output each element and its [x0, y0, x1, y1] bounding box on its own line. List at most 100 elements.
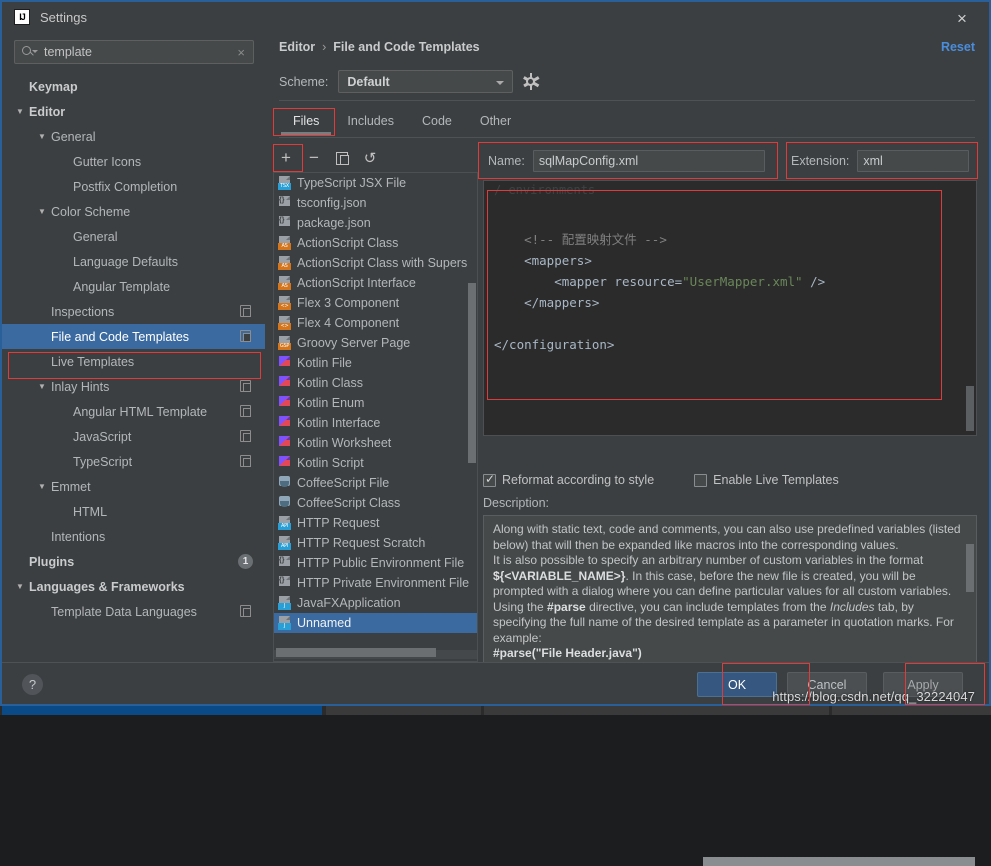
file-template-row[interactable]: JUnnamed — [274, 613, 478, 633]
settings-content: Editor › File and Code Templates Reset S… — [265, 32, 989, 662]
sidebar-item-angular-html-template[interactable]: Angular HTML Template — [2, 399, 265, 424]
file-template-row[interactable]: APIHTTP Request Scratch — [274, 533, 478, 553]
file-template-row[interactable]: APIHTTP Request — [274, 513, 478, 533]
template-file-list[interactable]: TSXTypeScript JSX Filetsconfig.jsonpacka… — [273, 172, 478, 662]
file-template-row[interactable]: CoffeeScript File — [274, 473, 478, 493]
chevron-down-icon[interactable]: ▼ — [38, 482, 49, 491]
reformat-checkbox[interactable] — [483, 474, 496, 487]
ok-button[interactable]: OK — [697, 672, 777, 697]
extension-input[interactable] — [857, 150, 969, 172]
file-list-hscrollbar[interactable] — [276, 648, 436, 657]
file-list-vscrollbar[interactable] — [468, 283, 476, 463]
sidebar-item-plugins[interactable]: Plugins1 — [2, 549, 265, 574]
taskbar-item[interactable] — [326, 706, 481, 715]
chevron-down-icon[interactable]: ▼ — [38, 207, 49, 216]
file-template-row[interactable]: TSXTypeScript JSX File — [274, 173, 478, 193]
file-template-row[interactable]: ASActionScript Class with Supers — [274, 253, 478, 273]
reset-template-button[interactable]: ↺ — [357, 146, 383, 170]
live-templates-checkbox[interactable] — [694, 474, 707, 487]
sidebar-item-general[interactable]: ▼General — [2, 124, 265, 149]
file-template-row[interactable]: GSPGroovy Server Page — [274, 333, 478, 353]
file-template-row[interactable]: Kotlin Script — [274, 453, 478, 473]
sidebar-item-inlay-hints[interactable]: ▼Inlay Hints — [2, 374, 265, 399]
code-hscrollbar[interactable] — [703, 857, 975, 866]
taskbar-item[interactable] — [484, 706, 829, 715]
sidebar-item-html[interactable]: HTML — [2, 499, 265, 524]
copy-settings-icon[interactable] — [240, 430, 251, 442]
sidebar-item-template-data-languages[interactable]: Template Data Languages — [2, 599, 265, 624]
sidebar-item-javascript[interactable]: JavaScript — [2, 424, 265, 449]
list-toolbar: + − ↺ — [273, 144, 478, 172]
file-template-row[interactable]: JJavaFXApplication — [274, 593, 478, 613]
name-input[interactable] — [533, 150, 765, 172]
file-template-row[interactable]: HTTP Public Environment File — [274, 553, 478, 573]
copy-settings-icon[interactable] — [240, 305, 251, 317]
sidebar-item-emmet[interactable]: ▼Emmet — [2, 474, 265, 499]
copy-template-button[interactable] — [329, 146, 355, 170]
sidebar-item-languages-frameworks[interactable]: ▼Languages & Frameworks — [2, 574, 265, 599]
sidebar-item-editor[interactable]: ▼Editor — [2, 99, 265, 124]
sidebar-item-intentions[interactable]: Intentions — [2, 524, 265, 549]
reset-link[interactable]: Reset — [941, 40, 975, 54]
chevron-down-icon[interactable]: ▼ — [38, 132, 49, 141]
tab-other[interactable]: Other — [466, 110, 525, 135]
file-template-row[interactable]: ASActionScript Class — [274, 233, 478, 253]
file-type-icon: <> — [278, 296, 292, 310]
add-template-button[interactable]: + — [273, 146, 299, 170]
sidebar-item-postfix-completion[interactable]: Postfix Completion — [2, 174, 265, 199]
file-template-row[interactable]: Kotlin Interface — [274, 413, 478, 433]
taskbar-item[interactable] — [832, 706, 991, 715]
file-template-row[interactable]: Kotlin Class — [274, 373, 478, 393]
copy-settings-icon[interactable] — [240, 455, 251, 467]
breadcrumb-root[interactable]: Editor — [279, 40, 315, 54]
taskbar-active-window[interactable] — [2, 706, 322, 715]
file-template-row[interactable]: Kotlin File — [274, 353, 478, 373]
file-template-row[interactable]: tsconfig.json — [274, 193, 478, 213]
code-vscrollbar[interactable] — [966, 386, 974, 431]
sidebar-item-color-scheme[interactable]: ▼Color Scheme — [2, 199, 265, 224]
copy-settings-icon[interactable] — [240, 380, 251, 392]
chevron-down-icon[interactable]: ▼ — [16, 107, 27, 116]
file-template-row[interactable]: Kotlin Worksheet — [274, 433, 478, 453]
settings-search[interactable]: × — [14, 40, 254, 64]
tab-code[interactable]: Code — [408, 110, 466, 135]
file-template-row[interactable]: HTTP Private Environment File — [274, 573, 478, 593]
sidebar-item-angular-template[interactable]: Angular Template — [2, 274, 265, 299]
file-type-icon — [278, 576, 292, 590]
file-list-hscroll-track[interactable] — [274, 650, 477, 659]
close-icon[interactable]: × — [953, 9, 971, 27]
sidebar-item-inspections[interactable]: Inspections — [2, 299, 265, 324]
copy-settings-icon[interactable] — [240, 605, 251, 617]
copy-settings-icon[interactable] — [240, 405, 251, 417]
file-template-row[interactable]: CoffeeScript Class — [274, 493, 478, 513]
code-hscroll-track[interactable] — [483, 444, 977, 454]
sidebar-item-general[interactable]: General — [2, 224, 265, 249]
sidebar-item-language-defaults[interactable]: Language Defaults — [2, 249, 265, 274]
tab-includes[interactable]: Includes — [333, 110, 408, 135]
description-scrollbar[interactable] — [966, 544, 974, 592]
code-text: <!-- 配置映射文件 --> <mappers> <mapper resour… — [494, 229, 825, 355]
remove-template-button[interactable]: − — [301, 146, 327, 170]
sidebar-item-typescript[interactable]: TypeScript — [2, 449, 265, 474]
chevron-down-icon[interactable]: ▼ — [16, 582, 27, 591]
sidebar-item-label: Intentions — [51, 530, 105, 544]
search-input[interactable] — [44, 45, 237, 59]
scheme-dropdown[interactable]: Default — [338, 70, 513, 93]
file-template-row[interactable]: Kotlin Enum — [274, 393, 478, 413]
sidebar-item-live-templates[interactable]: Live Templates — [2, 349, 265, 374]
sidebar-item-keymap[interactable]: Keymap — [2, 74, 265, 99]
help-button[interactable]: ? — [22, 674, 43, 695]
file-template-row[interactable]: ASActionScript Interface — [274, 273, 478, 293]
gear-icon[interactable] — [523, 74, 538, 89]
tab-files[interactable]: Files — [279, 110, 333, 135]
file-type-icon: AS — [278, 236, 292, 250]
file-template-row[interactable]: <>Flex 4 Component — [274, 313, 478, 333]
sidebar-item-file-and-code-templates[interactable]: File and Code Templates — [2, 324, 265, 349]
chevron-down-icon[interactable]: ▼ — [38, 382, 49, 391]
file-template-row[interactable]: <>Flex 3 Component — [274, 293, 478, 313]
clear-icon[interactable]: × — [237, 45, 245, 60]
copy-settings-icon[interactable] — [240, 330, 251, 342]
sidebar-item-gutter-icons[interactable]: Gutter Icons — [2, 149, 265, 174]
template-code-editor[interactable]: / environments <!-- 配置映射文件 --> <mappers>… — [483, 180, 977, 436]
file-template-row[interactable]: package.json — [274, 213, 478, 233]
